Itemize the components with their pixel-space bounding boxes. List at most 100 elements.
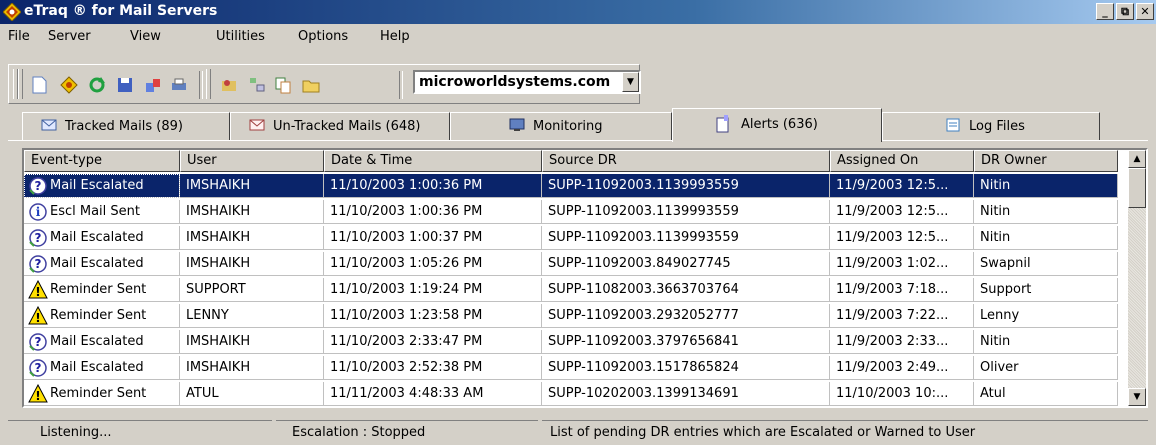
- import-icon[interactable]: [219, 75, 239, 95]
- save-icon[interactable]: [115, 75, 135, 95]
- title-bar[interactable]: eTraq ® for Mail Servers _ ⧉ ✕: [0, 0, 1156, 24]
- cell-assigned-on: 11/9/2003 12:5...: [830, 226, 974, 250]
- cell-event-type: ? Mail Escalated: [24, 174, 180, 198]
- column-header-assigned-on[interactable]: Assigned On: [830, 150, 974, 172]
- cell-date-time: 11/10/2003 1:19:24 PM: [324, 278, 542, 302]
- table-row[interactable]: ? Mail Escalated IMSHAIKH 11/10/2003 2:33:4…: [24, 330, 1124, 354]
- svg-text:?: ?: [35, 335, 42, 349]
- cell-date-time: 11/10/2003 2:33:47 PM: [324, 330, 542, 354]
- toolbar-separator: [399, 71, 403, 99]
- toolbar-grip[interactable]: [18, 69, 23, 99]
- new-icon[interactable]: [29, 75, 49, 95]
- cell-event-type: ! Reminder Sent: [24, 278, 180, 302]
- cell-source-dr: SUPP-11092003.1139993559: [542, 226, 830, 250]
- table-header: Event-type User Date & Time Source DR As…: [24, 150, 1124, 172]
- cell-text: Escl Mail Sent: [50, 204, 141, 219]
- cell-date-time: 11/10/2003 1:00:37 PM: [324, 226, 542, 250]
- minimize-button[interactable]: _: [1096, 3, 1114, 20]
- svg-text:!: !: [35, 311, 40, 325]
- menu-help[interactable]: Help: [380, 29, 410, 44]
- toolbar-grip[interactable]: [206, 69, 211, 99]
- tab-monitoring[interactable]: Monitoring: [450, 112, 672, 140]
- table-row[interactable]: ? Mail Escalated IMSHAIKH 11/10/2003 1:00:3…: [24, 174, 1124, 198]
- tab-label: Un-Tracked Mails (648): [273, 119, 421, 134]
- status-panel: Escalation : Stopped: [276, 420, 538, 444]
- tab-label: Alerts (636): [741, 117, 818, 132]
- table-row[interactable]: i Escl Mail Sent IMSHAIKH 11/10/2003 1:00:3…: [24, 200, 1124, 224]
- alerts-table[interactable]: Event-type User Date & Time Source DR As…: [22, 148, 1148, 408]
- tracked-mail-icon: [41, 119, 57, 131]
- cell-user: IMSHAIKH: [180, 200, 324, 224]
- column-header-event-type[interactable]: Event-type: [24, 150, 180, 172]
- cell-assigned-on: 11/9/2003 12:5...: [830, 174, 974, 198]
- tab-tracked-mails[interactable]: Tracked Mails (89): [22, 112, 230, 140]
- tab-log-files[interactable]: Log Files: [882, 112, 1100, 140]
- cell-assigned-on: 11/9/2003 7:18...: [830, 278, 974, 302]
- tab-label: Monitoring: [533, 119, 603, 134]
- tree-icon[interactable]: [247, 75, 267, 95]
- cell-text: Reminder Sent: [50, 308, 147, 323]
- open-folder-icon[interactable]: [301, 75, 321, 95]
- tab-divider: [8, 140, 1148, 141]
- status-listening: Listening...: [40, 425, 112, 440]
- table-row[interactable]: ! Reminder Sent LENNY 11/10/2003 1:23:58 PM…: [24, 304, 1124, 328]
- column-header-dr-owner[interactable]: DR Owner: [974, 150, 1118, 172]
- export-icon[interactable]: [143, 75, 163, 95]
- menu-file[interactable]: File: [8, 29, 30, 44]
- toolbar: microworldsystems.com ▼: [8, 64, 641, 104]
- toolbar-separator: [199, 71, 203, 99]
- window-title: eTraq ® for Mail Servers: [24, 3, 218, 19]
- column-header-user[interactable]: User: [180, 150, 324, 172]
- menu-options[interactable]: Options: [298, 29, 348, 44]
- cell-text: Reminder Sent: [50, 386, 147, 401]
- table-row[interactable]: ! Reminder Sent SUPPORT 11/10/2003 1:19:24 …: [24, 278, 1124, 302]
- cell-assigned-on: 11/9/2003 1:02...: [830, 252, 974, 276]
- cell-dr-owner: Nitin: [974, 226, 1118, 250]
- cell-user: IMSHAIKH: [180, 356, 324, 380]
- column-header-date-time[interactable]: Date & Time: [324, 150, 542, 172]
- table-row[interactable]: ? Mail Escalated IMSHAIKH 11/10/2003 2:52:3…: [24, 356, 1124, 380]
- cell-assigned-on: 11/9/2003 2:49...: [830, 356, 974, 380]
- cell-dr-owner: Nitin: [974, 200, 1118, 224]
- cell-user: SUPPORT: [180, 278, 324, 302]
- table-row[interactable]: ? Mail Escalated IMSHAIKH 11/10/2003 1:05:2…: [24, 252, 1124, 276]
- svg-text:i: i: [36, 205, 41, 219]
- close-button[interactable]: ✕: [1136, 3, 1154, 20]
- etraq-icon[interactable]: [59, 75, 79, 95]
- monitor-icon: [509, 118, 525, 131]
- cell-date-time: 11/10/2003 1:23:58 PM: [324, 304, 542, 328]
- cell-event-type: ? Mail Escalated: [24, 356, 180, 380]
- svg-text:!: !: [35, 389, 40, 403]
- cell-dr-owner: Atul: [974, 382, 1118, 406]
- scroll-thumb[interactable]: [1128, 168, 1146, 208]
- cell-text: Mail Escalated: [50, 256, 144, 271]
- copy-icon[interactable]: [273, 75, 293, 95]
- question-escalate-icon: ?: [28, 228, 48, 248]
- maximize-button[interactable]: ⧉: [1116, 3, 1134, 20]
- vertical-scrollbar[interactable]: ▲ ▼: [1128, 150, 1146, 406]
- scroll-up-icon[interactable]: ▲: [1128, 150, 1146, 168]
- table-row[interactable]: ? Mail Escalated IMSHAIKH 11/10/2003 1:00:3…: [24, 226, 1124, 250]
- cell-source-dr: SUPP-11082003.3663703764: [542, 278, 830, 302]
- chevron-down-icon[interactable]: ▼: [622, 72, 639, 92]
- server-select[interactable]: microworldsystems.com ▼: [413, 70, 641, 94]
- menu-server[interactable]: Server: [48, 29, 91, 44]
- menu-view[interactable]: View: [130, 29, 161, 44]
- cell-dr-owner: Support: [974, 278, 1118, 302]
- cell-event-type: i Escl Mail Sent: [24, 200, 180, 224]
- scroll-down-icon[interactable]: ▼: [1128, 388, 1146, 406]
- cell-event-type: ! Reminder Sent: [24, 382, 180, 406]
- column-header-source-dr[interactable]: Source DR: [542, 150, 830, 172]
- cell-source-dr: SUPP-11092003.1139993559: [542, 200, 830, 224]
- status-panel: List of pending DR entries which are Esc…: [542, 420, 1148, 444]
- tab-alerts[interactable]: Alerts (636): [672, 108, 882, 142]
- alert-doc-icon: [716, 115, 729, 133]
- menu-utilities[interactable]: Utilities: [216, 29, 265, 44]
- table-row[interactable]: ! Reminder Sent ATUL 11/11/2003 4:48:33 AM S…: [24, 382, 1124, 406]
- print-icon[interactable]: [169, 75, 189, 95]
- cell-assigned-on: 11/10/2003 10:...: [830, 382, 974, 406]
- svg-text:?: ?: [35, 231, 42, 245]
- server-select-value: microworldsystems.com: [419, 74, 611, 90]
- tab-untracked-mails[interactable]: Un-Tracked Mails (648): [230, 112, 450, 140]
- refresh-icon[interactable]: [87, 75, 107, 95]
